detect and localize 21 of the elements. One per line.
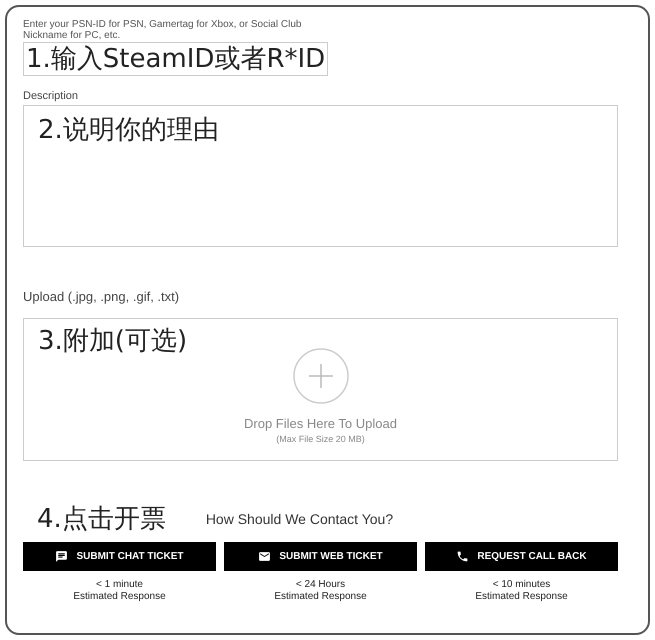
description-field[interactable]: 2.说明你的理由 xyxy=(23,105,618,247)
phone-icon xyxy=(456,550,470,563)
contact-button[interactable]: REQUEST CALL BACK xyxy=(425,542,618,571)
drop-text: Drop Files Here To Upload xyxy=(244,416,397,431)
response-time: < 1 minute Estimated Response xyxy=(73,579,166,603)
input-field[interactable]: 1.输入SteamID或者R*ID xyxy=(23,42,328,76)
drop-zone[interactable]: 3.附加(可选) Drop Files Here To Upload (Max File Size 20 MB) xyxy=(23,318,618,461)
contact-button[interactable]: SUBMIT WEB TICKET xyxy=(224,542,417,571)
response-time: < 24 Hours Estimated Response xyxy=(274,579,367,603)
envelope-icon xyxy=(258,550,272,563)
field-label: Upload (.jpg, .png, .gif, .txt) xyxy=(23,289,180,304)
annotation-text: 4.点击开票 xyxy=(37,503,166,536)
response-time: < 10 minutes Estimated Response xyxy=(475,579,568,603)
size-note: (Max File Size 20 MB) xyxy=(276,434,365,444)
annotation-text: 3.附加(可选) xyxy=(38,325,188,358)
plus-icon xyxy=(292,348,348,404)
field-hint: Enter your PSN-ID for PSN, Gamertag for Xbox, or Social Club Nickname for PC, etc. xyxy=(23,19,302,41)
chat-icon xyxy=(55,550,68,563)
field-label: Description xyxy=(23,90,80,102)
contact-button[interactable]: SUBMIT CHAT TICKET xyxy=(23,542,216,571)
section-heading: How Should We Contact You? xyxy=(206,510,394,526)
